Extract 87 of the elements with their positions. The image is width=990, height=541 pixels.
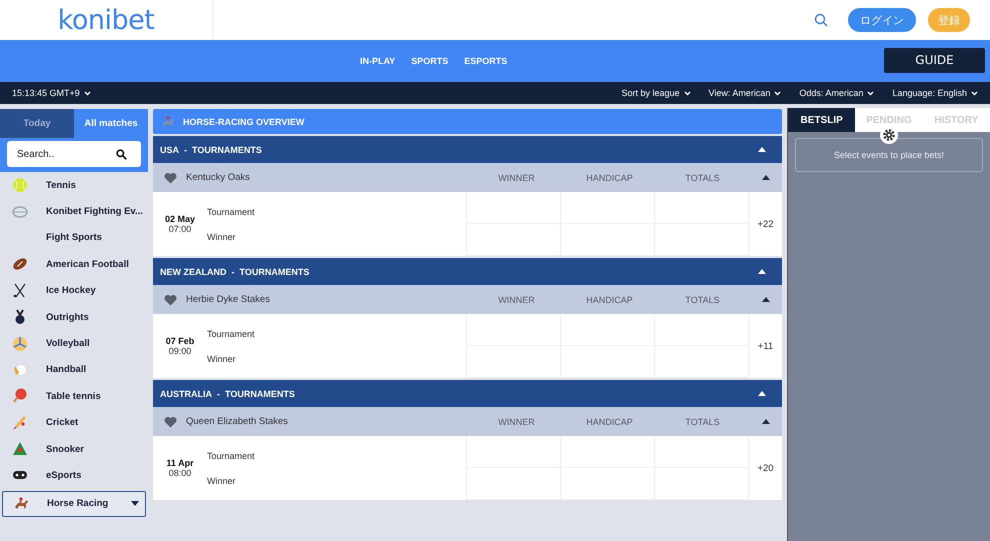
guide-button[interactable]: GUIDE	[884, 48, 985, 72]
sport-item[interactable]: American Football	[2, 251, 146, 278]
market-label: Winner	[207, 232, 237, 242]
sport-item[interactable]: eSports	[2, 462, 146, 489]
sport-item[interactable]: Table tennis	[2, 383, 146, 410]
sport-item[interactable]: Handball	[2, 356, 146, 384]
logo[interactable]: konibet	[58, 6, 154, 34]
sport-item[interactable]: Konibet Fighting Ev...	[2, 198, 146, 225]
overview-title: HORSE-RACING OVERVIEW	[183, 116, 304, 126]
caret-icon	[684, 90, 691, 96]
more-markets-link[interactable]: +22	[757, 218, 774, 230]
event-time: 08:00	[168, 468, 192, 478]
sidebar-tab[interactable]: Today	[0, 109, 74, 138]
more-markets-link[interactable]: +11	[758, 340, 774, 352]
column-heading: HANDICAP	[585, 416, 634, 426]
snooker-triangle-icon	[12, 441, 28, 458]
nav-link[interactable]: ESPORTS	[464, 56, 508, 66]
settings-icon[interactable]	[880, 126, 898, 144]
league-title: USA - TOURNAMENTS	[160, 144, 262, 154]
market-label: Tournament	[207, 328, 256, 338]
sport-item[interactable]: Cricket	[2, 410, 146, 436]
column-heading: WINNER	[497, 416, 536, 426]
sport-item[interactable]: Outrights	[2, 304, 146, 330]
collapse-icon[interactable]	[758, 147, 766, 152]
filter-dropdown[interactable]: Sort by league	[621, 88, 691, 98]
sport-item[interactable]: Horse Racing	[2, 490, 146, 518]
league-title: AUSTRALIA - TOURNAMENTS	[160, 388, 295, 398]
ring-icon	[12, 204, 28, 220]
caret-icon	[131, 501, 139, 506]
caret-icon	[84, 90, 91, 96]
event-time: 09:00	[168, 346, 192, 356]
league-title: NEW ZEALAND - TOURNAMENTS	[160, 266, 310, 276]
filter-dropdown[interactable]: Odds: American	[799, 88, 874, 98]
event-name[interactable]: Herbie Dyke Stakes	[186, 294, 470, 305]
collapse-icon[interactable]	[762, 297, 770, 302]
filter-dropdown[interactable]: Language: English	[892, 88, 978, 98]
clock-dropdown[interactable]: 15:13:45 GMT+9	[12, 88, 91, 98]
heart-icon[interactable]	[164, 172, 177, 184]
search-icon[interactable]	[116, 149, 127, 160]
tennis-ball-icon	[12, 177, 28, 194]
event-time: 07:00	[168, 224, 192, 234]
filter-dropdown[interactable]: View: American	[708, 88, 782, 98]
betslip-tab[interactable]: BETSLIP	[788, 108, 856, 132]
volleyball-icon	[12, 336, 28, 352]
market-label: Tournament	[207, 450, 256, 460]
more-markets-link[interactable]: +20	[757, 462, 774, 474]
sport-item[interactable]: Ice Hockey	[2, 278, 146, 304]
nav-link[interactable]: SPORTS	[411, 56, 448, 66]
league-header[interactable]: USA - TOURNAMENTS	[153, 136, 782, 163]
event-name[interactable]: Kentucky Oaks	[186, 172, 470, 183]
column-heading: TOTALS	[684, 172, 721, 182]
caret-icon	[774, 90, 782, 96]
market-label: Tournament	[207, 206, 256, 216]
sport-item[interactable]: Fight Sports	[2, 224, 146, 252]
sport-item[interactable]: Snooker	[2, 436, 146, 462]
cricket-bat-icon	[12, 414, 28, 431]
column-heading: HANDICAP	[585, 294, 634, 304]
sport-item[interactable]: Tennis	[2, 172, 146, 198]
market-label: Winner	[207, 476, 237, 486]
collapse-icon[interactable]	[762, 175, 770, 180]
column-heading: HANDICAP	[585, 172, 634, 182]
table-tennis-icon	[12, 388, 28, 404]
event-date: 11 Apr	[166, 458, 194, 468]
heart-icon[interactable]	[164, 294, 177, 306]
collapse-icon[interactable]	[762, 419, 770, 424]
column-heading: WINNER	[497, 172, 536, 182]
handball-icon	[12, 362, 28, 378]
caret-icon	[971, 90, 978, 96]
nav-link[interactable]: IN-PLAY	[360, 56, 396, 66]
heart-icon[interactable]	[164, 416, 177, 428]
betslip-message: Select events to place bets!	[795, 138, 983, 172]
event-name[interactable]: Queen Elizabeth Stakes	[186, 416, 470, 427]
column-heading: WINNER	[497, 294, 536, 304]
caret-icon	[867, 90, 874, 96]
football-icon	[12, 256, 28, 272]
event-date: 02 May	[164, 214, 196, 224]
market-label: Winner	[207, 354, 237, 364]
league-header[interactable]: AUSTRALIA - TOURNAMENTS	[153, 380, 782, 407]
hockey-sticks-icon	[12, 282, 28, 299]
sport-item[interactable]: Volleyball	[2, 330, 146, 357]
league-header[interactable]: NEW ZEALAND - TOURNAMENTS	[153, 258, 782, 285]
collapse-icon[interactable]	[758, 269, 766, 274]
collapse-icon[interactable]	[758, 391, 766, 396]
search-field[interactable]: Search..	[7, 141, 141, 167]
event-date: 07 Feb	[166, 336, 194, 346]
column-heading: TOTALS	[684, 294, 721, 304]
column-heading: TOTALS	[684, 416, 721, 426]
